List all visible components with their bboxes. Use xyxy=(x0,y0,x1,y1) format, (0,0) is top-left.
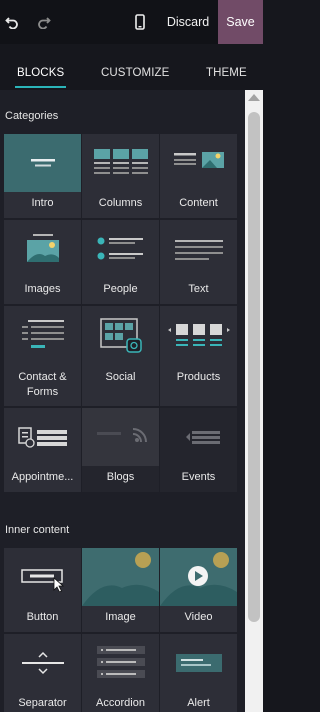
inner-content-label: Accordion xyxy=(96,697,145,709)
inner-content-label: Video xyxy=(184,611,213,623)
categories-heading: Categories xyxy=(5,110,59,122)
category-label: Images xyxy=(24,283,61,295)
inner-video[interactable]: Video xyxy=(160,548,237,632)
category-images[interactable]: Images xyxy=(4,220,81,304)
category-appointments[interactable]: Appointme... xyxy=(4,408,81,492)
events-thumbnail xyxy=(160,408,237,466)
inner-content-label: Alert xyxy=(187,697,210,709)
category-label: Blogs xyxy=(106,471,135,483)
category-social[interactable]: Social xyxy=(82,306,159,406)
alert-thumbnail xyxy=(160,634,237,692)
panel-tabs: BLOCKS CUSTOMIZE THEME xyxy=(0,44,263,90)
appointments-thumbnail xyxy=(4,408,81,466)
category-label: Text xyxy=(188,283,209,295)
products-thumbnail xyxy=(160,306,237,364)
accordion-thumbnail xyxy=(82,634,159,692)
category-label: Columns xyxy=(98,197,143,209)
category-label: Intro xyxy=(31,197,54,209)
category-people[interactable]: People xyxy=(82,220,159,304)
separator-thumbnail xyxy=(4,634,81,692)
category-label: People xyxy=(103,283,138,295)
inner-image[interactable]: Image xyxy=(82,548,159,632)
social-thumbnail xyxy=(82,306,159,364)
people-thumbnail xyxy=(82,220,159,278)
category-content[interactable]: Content xyxy=(160,134,237,218)
inner-content-label: Button xyxy=(26,611,59,623)
text-thumbnail xyxy=(160,220,237,278)
blocks-panel: Categories Intro Columns Content Images … xyxy=(0,90,245,712)
category-text[interactable]: Text xyxy=(160,220,237,304)
undo-icon[interactable] xyxy=(2,12,22,32)
category-label: Social xyxy=(105,371,136,383)
tab-blocks[interactable]: BLOCKS xyxy=(14,44,67,90)
inner-content-label: Separator xyxy=(18,697,67,709)
inner-alert[interactable]: Alert xyxy=(160,634,237,712)
category-contact-forms[interactable]: Contact & Forms xyxy=(4,306,81,406)
scroll-up-arrow-icon[interactable] xyxy=(248,94,260,101)
inner-separator[interactable]: Separator xyxy=(4,634,81,712)
category-columns[interactable]: Columns xyxy=(82,134,159,218)
content-thumbnail xyxy=(160,134,237,192)
discard-button[interactable]: Discard xyxy=(160,0,216,44)
category-label: Appointme... xyxy=(11,471,74,483)
category-products[interactable]: Products xyxy=(160,306,237,406)
tab-customize[interactable]: CUSTOMIZE xyxy=(101,44,169,90)
button-thumbnail xyxy=(4,548,81,606)
inner-content-heading: Inner content xyxy=(5,524,70,536)
inner-content-label: Image xyxy=(105,611,136,623)
video-thumbnail xyxy=(160,548,237,606)
category-label: Contact & Forms xyxy=(18,371,67,398)
tab-theme[interactable]: THEME xyxy=(206,44,247,90)
columns-thumbnail xyxy=(82,134,159,192)
editor-toolbar: Discard Save xyxy=(0,0,263,44)
mobile-preview-icon[interactable] xyxy=(130,12,150,32)
category-events[interactable]: Events xyxy=(160,408,237,492)
scrollbar-thumb[interactable] xyxy=(248,112,260,622)
inner-button[interactable]: Button xyxy=(4,548,81,632)
image-thumbnail xyxy=(82,548,159,606)
inner-accordion[interactable]: Accordion xyxy=(82,634,159,712)
category-blogs[interactable]: Blogs xyxy=(82,408,159,492)
redo-icon[interactable] xyxy=(34,12,54,32)
category-label: Products xyxy=(176,371,221,383)
contact-forms-thumbnail xyxy=(4,306,81,364)
save-button[interactable]: Save xyxy=(218,0,263,44)
blogs-thumbnail xyxy=(82,408,159,466)
intro-thumbnail xyxy=(4,134,81,192)
images-thumbnail xyxy=(4,220,81,278)
category-intro[interactable]: Intro xyxy=(4,134,81,218)
category-label: Content xyxy=(179,197,218,209)
category-label: Events xyxy=(181,471,216,483)
